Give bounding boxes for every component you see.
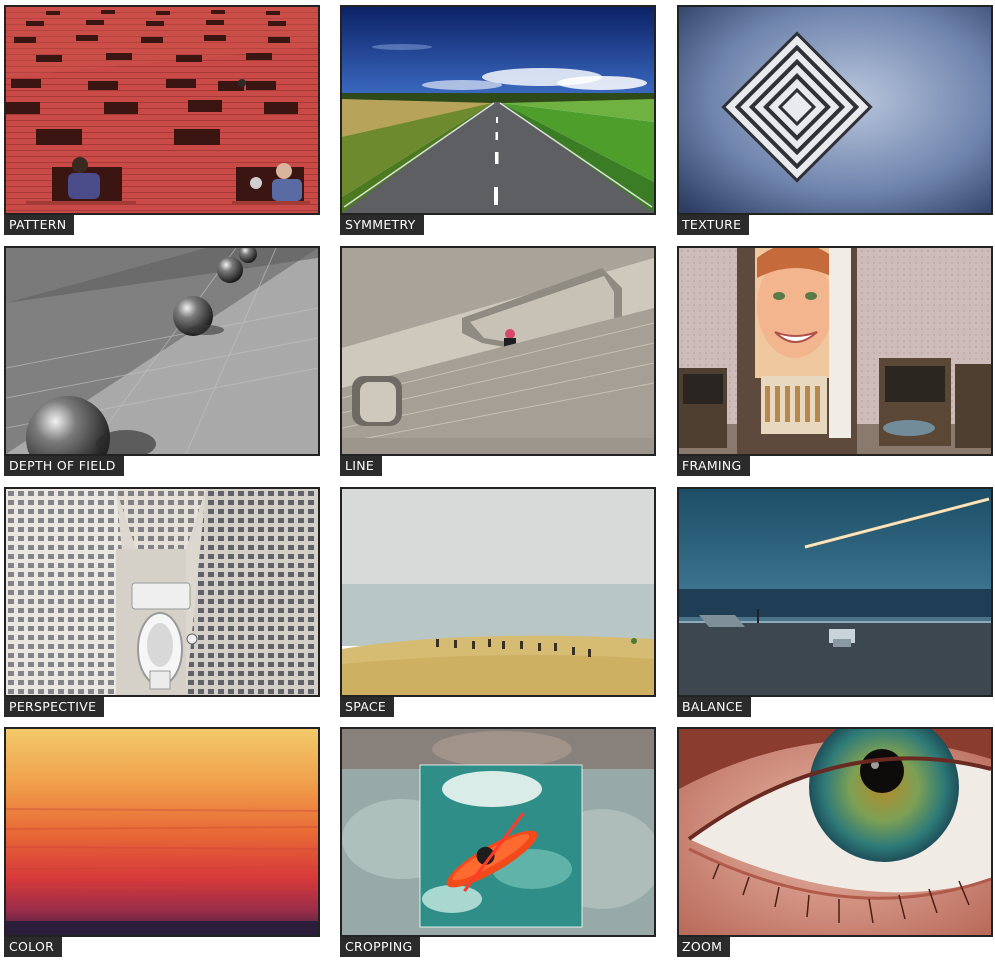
color-photo[interactable] (4, 727, 320, 937)
tile-label: DEPTH OF FIELD (4, 456, 124, 476)
tile-cropping[interactable]: CROPPING (340, 727, 656, 957)
tile-label: CROPPING (340, 937, 421, 957)
tile-color[interactable]: COLOR (4, 727, 320, 957)
tile-label: SYMMETRY (340, 215, 424, 235)
tile-label: FRAMING (677, 456, 750, 476)
tile-label: COLOR (4, 937, 63, 957)
tile-framing[interactable]: FRAMING (677, 246, 993, 476)
symmetry-photo[interactable] (340, 5, 656, 215)
tile-label: LINE (340, 456, 383, 476)
pattern-photo[interactable] (4, 5, 320, 215)
tile-balance[interactable]: BALANCE (677, 487, 993, 717)
framing-photo[interactable] (677, 246, 993, 456)
perspective-photo[interactable] (4, 487, 320, 697)
balance-photo[interactable] (677, 487, 993, 697)
depth-of-field-photo[interactable] (4, 246, 320, 456)
cropping-photo[interactable] (340, 727, 656, 937)
texture-photo[interactable] (677, 5, 993, 215)
tile-symmetry[interactable]: SYMMETRY (340, 5, 656, 235)
tile-perspective[interactable]: PERSPECTIVE (4, 487, 320, 717)
zoom-photo[interactable] (677, 727, 993, 937)
tile-label: BALANCE (677, 697, 752, 717)
tile-line[interactable]: LINE (340, 246, 656, 476)
tile-label: ZOOM (677, 937, 731, 957)
tile-pattern[interactable]: PATTERN (4, 5, 320, 235)
space-photo[interactable] (340, 487, 656, 697)
tile-texture[interactable]: TEXTURE (677, 5, 993, 235)
tile-depth-of-field[interactable]: DEPTH OF FIELD (4, 246, 320, 476)
line-photo[interactable] (340, 246, 656, 456)
tile-label: TEXTURE (677, 215, 750, 235)
tile-zoom[interactable]: ZOOM (677, 727, 993, 957)
tile-label: PERSPECTIVE (4, 697, 105, 717)
tile-label: SPACE (340, 697, 395, 717)
tile-space[interactable]: SPACE (340, 487, 656, 717)
photo-gallery-grid: PATTERN SYMMETRY TEXTURE DEPTH OF FIELD … (0, 0, 995, 961)
tile-label: PATTERN (4, 215, 75, 235)
